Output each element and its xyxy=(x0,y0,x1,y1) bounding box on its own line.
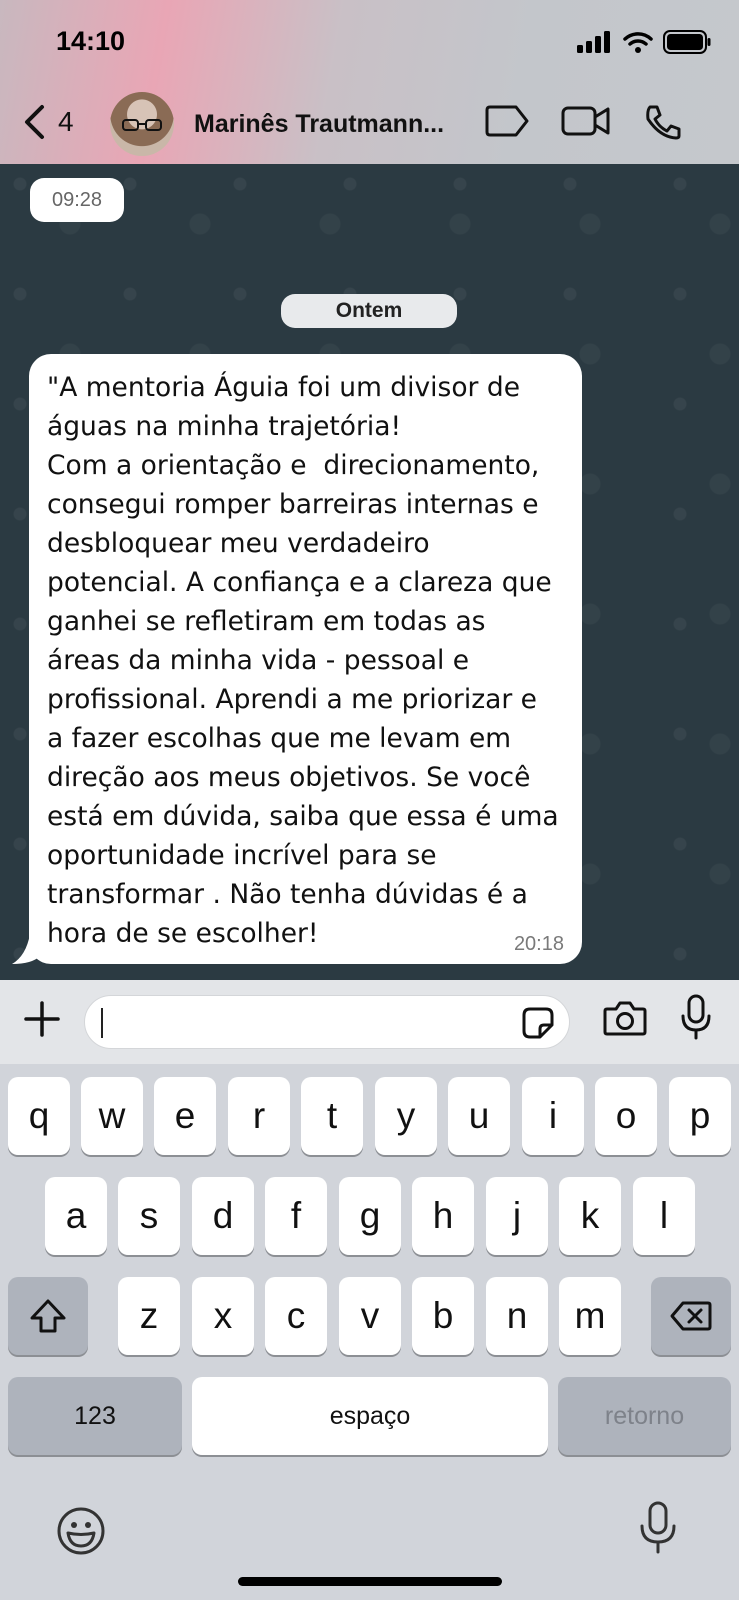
phone-icon[interactable] xyxy=(644,104,682,140)
key-l[interactable]: l xyxy=(633,1177,695,1255)
space-key[interactable]: espaço xyxy=(192,1377,548,1455)
numbers-key[interactable]: 123 xyxy=(8,1377,182,1455)
battery-icon xyxy=(663,30,711,54)
chat-header: 14:10 4 Marinês Trautmann... xyxy=(0,0,739,164)
key-j[interactable]: j xyxy=(486,1177,548,1255)
key-q[interactable]: q xyxy=(8,1077,70,1155)
contact-name[interactable]: Marinês Trautmann... xyxy=(194,110,454,139)
shift-key[interactable] xyxy=(8,1277,88,1355)
key-u[interactable]: u xyxy=(448,1077,510,1155)
key-p[interactable]: p xyxy=(669,1077,731,1155)
key-r[interactable]: r xyxy=(228,1077,290,1155)
message-input[interactable] xyxy=(84,995,570,1049)
signal-icon xyxy=(577,31,610,53)
time-pill: 09:28 xyxy=(30,178,124,222)
backspace-icon xyxy=(670,1301,712,1331)
keyboard: q w e r t y u i o p a s d f g h j k l z … xyxy=(0,1064,739,1600)
text-caret xyxy=(101,1008,103,1038)
key-h[interactable]: h xyxy=(412,1177,474,1255)
key-x[interactable]: x xyxy=(192,1277,254,1355)
unread-count: 4 xyxy=(58,106,74,137)
key-n[interactable]: n xyxy=(486,1277,548,1355)
key-e[interactable]: e xyxy=(154,1077,216,1155)
backspace-key[interactable] xyxy=(651,1277,731,1355)
key-t[interactable]: t xyxy=(301,1077,363,1155)
chat-area[interactable]: 09:28 Ontem "A mentoria Águia foi um div… xyxy=(0,164,739,980)
sticker-icon[interactable] xyxy=(521,1006,555,1040)
key-m[interactable]: m xyxy=(559,1277,621,1355)
back-button[interactable]: 4 xyxy=(22,104,74,140)
status-icons xyxy=(577,30,711,54)
avatar-glasses xyxy=(122,119,162,131)
return-key[interactable]: retorno xyxy=(558,1377,731,1455)
shift-icon xyxy=(30,1299,66,1333)
key-f[interactable]: f xyxy=(265,1177,327,1255)
plus-icon[interactable] xyxy=(22,999,62,1039)
key-s[interactable]: s xyxy=(118,1177,180,1255)
key-o[interactable]: o xyxy=(595,1077,657,1155)
video-call-icon[interactable] xyxy=(561,104,611,138)
chevron-left-icon xyxy=(25,105,44,139)
message-bubble[interactable]: "A mentoria Águia foi um divisor de água… xyxy=(29,354,582,964)
emoji-icon[interactable] xyxy=(56,1506,106,1556)
key-w[interactable]: w xyxy=(81,1077,143,1155)
key-d[interactable]: d xyxy=(192,1177,254,1255)
microphone-icon[interactable] xyxy=(680,994,712,1040)
key-b[interactable]: b xyxy=(412,1277,474,1355)
key-z[interactable]: z xyxy=(118,1277,180,1355)
key-v[interactable]: v xyxy=(339,1277,401,1355)
key-g[interactable]: g xyxy=(339,1177,401,1255)
dictation-microphone-icon[interactable] xyxy=(638,1500,678,1556)
wifi-icon xyxy=(623,32,653,53)
message-composer xyxy=(0,980,739,1064)
key-k[interactable]: k xyxy=(559,1177,621,1255)
date-separator: Ontem xyxy=(281,294,457,328)
key-y[interactable]: y xyxy=(375,1077,437,1155)
home-indicator xyxy=(238,1577,502,1586)
key-a[interactable]: a xyxy=(45,1177,107,1255)
key-i[interactable]: i xyxy=(522,1077,584,1155)
status-time: 14:10 xyxy=(56,26,126,56)
camera-icon[interactable] xyxy=(603,1000,647,1036)
key-c[interactable]: c xyxy=(265,1277,327,1355)
message-text: "A mentoria Águia foi um divisor de água… xyxy=(47,372,559,949)
contact-avatar[interactable] xyxy=(110,92,174,156)
label-tag-icon[interactable] xyxy=(484,104,530,138)
message-time: 20:18 xyxy=(513,933,564,955)
